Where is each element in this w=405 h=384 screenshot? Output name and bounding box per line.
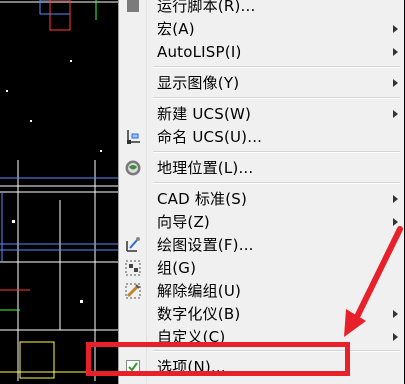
script-icon — [123, 0, 143, 16]
menu-item-label: 命名 UCS(U)... — [157, 128, 263, 146]
menu-separator — [153, 151, 400, 153]
menu-item-label: 地理位置(L)... — [157, 159, 254, 177]
menu-separator — [153, 182, 400, 184]
menu-item-new-ucs[interactable]: 新建 UCS(W) — [119, 102, 404, 125]
menu-item-label: 向导(Z) — [157, 213, 210, 231]
menu-item-label: 运行脚本(R)... — [157, 0, 256, 15]
menu-item-label: 数字化仪(B) — [157, 305, 241, 323]
menu-item-label: CAD 标准(S) — [157, 190, 248, 208]
ungroup-icon — [123, 281, 143, 301]
ucs-icon — [123, 127, 143, 147]
menu-item-macro[interactable]: 宏(A) — [119, 17, 404, 40]
highlight-box — [86, 342, 350, 376]
cad-drawing-canvas[interactable] — [0, 0, 118, 381]
menu-item-autolisp[interactable]: AutoLISP(I) — [119, 40, 404, 63]
menu-separator — [153, 97, 400, 99]
drafting-settings-icon — [123, 235, 143, 255]
submenu-arrow-icon — [393, 24, 398, 33]
group-icon — [123, 258, 143, 278]
menu-item-label: AutoLISP(I) — [157, 42, 242, 61]
cad-drawing-lines — [0, 0, 118, 381]
menu-item-label: 新建 UCS(W) — [157, 105, 252, 123]
submenu-arrow-icon — [393, 109, 398, 118]
menu-separator — [153, 66, 400, 68]
menu-item-label: 解除编组(U) — [157, 282, 242, 300]
menu-item-label: 绘图设置(F)... — [157, 236, 254, 254]
menu-item-label: 组(G) — [157, 259, 197, 277]
menu-item-run-script[interactable]: 运行脚本(R)... — [119, 0, 404, 17]
menu-item-cad-standards[interactable]: CAD 标准(S) — [119, 187, 404, 210]
submenu-arrow-icon — [393, 47, 398, 56]
menu-item-label: 显示图像(Y) — [157, 74, 240, 92]
annotation-arrow-icon — [344, 226, 403, 337]
globe-icon — [123, 158, 143, 178]
submenu-arrow-icon — [393, 78, 398, 87]
menu-item-named-ucs[interactable]: 命名 UCS(U)... — [119, 125, 404, 148]
menu-item-display-image[interactable]: 显示图像(Y) — [119, 71, 404, 94]
submenu-arrow-icon — [393, 194, 398, 203]
menu-item-geolocation[interactable]: 地理位置(L)... — [119, 156, 404, 179]
menu-item-label: 宏(A) — [157, 20, 195, 38]
